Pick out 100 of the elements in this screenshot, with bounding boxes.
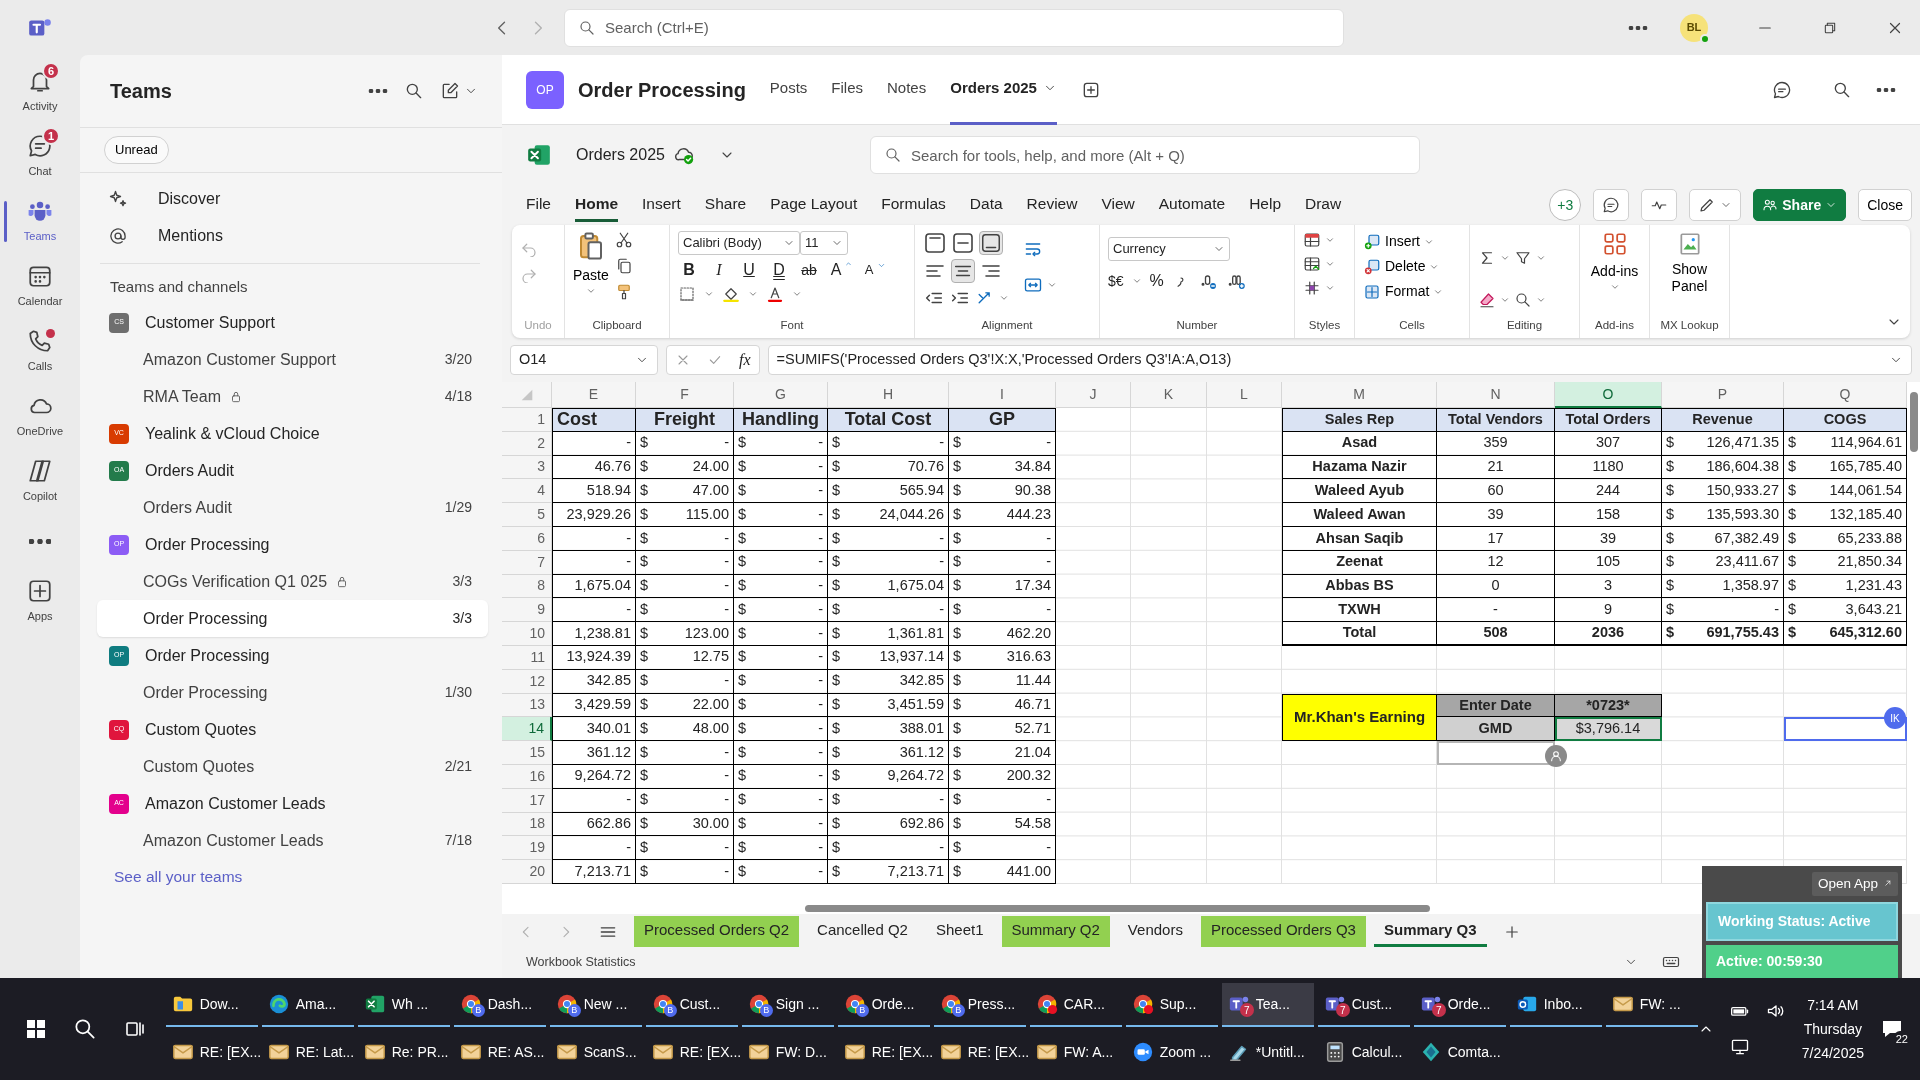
number-format-select[interactable]: Currency	[1108, 237, 1230, 261]
workbook-statistics[interactable]: Workbook Statistics	[526, 952, 636, 972]
taskbar-item[interactable]: ScanS...	[549, 1031, 642, 1075]
taskbar-item[interactable]: RE: [EX...	[645, 1031, 738, 1075]
taskbar-item[interactable]: Wh ...	[357, 983, 450, 1027]
taskbar-item[interactable]: Comta...	[1413, 1031, 1506, 1075]
taskbar-item[interactable]: Sup...	[1125, 983, 1218, 1027]
cell-styles-icon[interactable]	[1303, 279, 1321, 297]
caret-icon[interactable]	[1325, 235, 1335, 245]
row-header[interactable]: 11	[502, 645, 552, 670]
taskbar-item[interactable]: B Dash...	[453, 983, 546, 1027]
ribbon-tab[interactable]: File	[526, 187, 551, 223]
clock-date[interactable]: 7/24/2025	[1801, 1045, 1864, 1062]
channel-item[interactable]: Amazon Customer Leads 7/18	[97, 822, 488, 859]
activity-button[interactable]	[1641, 189, 1678, 221]
rail-item[interactable]: Calendar	[0, 254, 80, 319]
rail-item[interactable]: Activity 6	[0, 59, 80, 124]
insert-function-button[interactable]: fx	[739, 348, 751, 372]
column-header[interactable]: L	[1207, 382, 1282, 408]
paste-button[interactable]: Paste	[573, 231, 609, 317]
clock-day[interactable]: Thursday	[1801, 1020, 1864, 1038]
cells-action-button[interactable]: Insert	[1363, 231, 1461, 252]
ribbon-tab[interactable]: Share	[704, 187, 747, 223]
row-header[interactable]: 20	[502, 860, 552, 884]
row-header[interactable]: 12	[502, 669, 552, 694]
search-field[interactable]: Search (Ctrl+E)	[564, 8, 1344, 47]
column-header[interactable]: O	[1555, 382, 1662, 408]
see-all-link[interactable]: See all your teams	[80, 859, 502, 889]
scroll-thumb[interactable]	[1910, 392, 1918, 452]
row-header[interactable]: 19	[502, 836, 552, 861]
column-header[interactable]: Q	[1784, 382, 1907, 408]
column-header[interactable]: K	[1131, 382, 1207, 408]
row-header[interactable]: 6	[502, 527, 552, 551]
taskbar-item[interactable]: FW: ...	[1605, 983, 1698, 1027]
taskbar-item[interactable]: 7 Cust...	[1317, 983, 1410, 1027]
taskbar-item[interactable]: FW: A...	[1029, 1031, 1122, 1075]
column-header[interactable]: M	[1282, 382, 1437, 408]
ribbon-tab[interactable]: View	[1101, 187, 1135, 223]
row-header[interactable]: 8	[502, 574, 552, 599]
channel-item[interactable]: RMA Team 4/18	[97, 378, 488, 415]
caret-icon[interactable]	[704, 289, 714, 299]
start-icon[interactable]	[24, 1017, 48, 1041]
font-family-select[interactable]: Calibri (Body)	[678, 231, 800, 255]
percent-format-button[interactable]: %	[1149, 269, 1164, 293]
borders-icon[interactable]	[678, 285, 696, 303]
sheet-cell[interactable]: *0723*	[1555, 693, 1662, 718]
channel-item[interactable]: Amazon Customer Support 3/20	[97, 341, 488, 378]
column-header[interactable]: J	[1056, 382, 1131, 408]
taskbar-item[interactable]: CAR...	[1029, 983, 1122, 1027]
column-header[interactable]: E	[552, 382, 636, 408]
underline-button[interactable]: U	[738, 259, 760, 281]
rail-item[interactable]: OneDrive	[0, 384, 80, 449]
editing-button[interactable]	[1689, 189, 1742, 221]
grow-font-button[interactable]: A	[828, 259, 844, 281]
sheet-tab[interactable]: Cancelled Q2	[807, 915, 918, 948]
row-header[interactable]: 5	[502, 503, 552, 527]
file-name[interactable]: Orders 2025	[576, 143, 665, 167]
taskbar-item[interactable]: Re: PR...	[357, 1031, 450, 1075]
taskbar-item[interactable]: B Cust...	[645, 983, 738, 1027]
row-header[interactable]: 15	[502, 741, 552, 765]
row-header[interactable]: 9	[502, 598, 552, 623]
network-icon[interactable]	[1729, 1037, 1750, 1057]
taskbar-item[interactable]: Calcul...	[1317, 1031, 1410, 1075]
ribbon-tab[interactable]: Home	[575, 187, 619, 223]
column-header[interactable]: N	[1437, 382, 1555, 408]
taskbar-item[interactable]: RE: Lat...	[261, 1031, 354, 1075]
name-box[interactable]: O14	[510, 345, 658, 375]
more-icon[interactable]	[368, 89, 388, 93]
nav-link[interactable]: Mentions	[100, 217, 480, 255]
channel-item[interactable]: Custom Quotes 2/21	[97, 748, 488, 785]
sheet-tab[interactable]: Summary Q2	[1001, 915, 1110, 948]
caret-icon[interactable]	[1131, 276, 1142, 286]
align-top-icon[interactable]	[923, 231, 947, 255]
taskbar-item[interactable]: RE: AS...	[453, 1031, 546, 1075]
nav-link[interactable]: Discover	[100, 180, 480, 218]
taskbar-item[interactable]: FW: D...	[741, 1031, 834, 1075]
clear-icon[interactable]	[1478, 290, 1496, 309]
font-size-select[interactable]: 11	[800, 231, 848, 255]
column-header[interactable]: P	[1662, 382, 1784, 408]
caret-icon[interactable]	[792, 289, 802, 299]
rail-item[interactable]: Apps	[0, 569, 80, 634]
rail-item[interactable]: Calls	[0, 319, 80, 384]
taskbar-item[interactable]: Ama...	[261, 983, 354, 1027]
taskbar-item[interactable]: RE: [EX...	[165, 1031, 258, 1075]
shrink-font-button[interactable]: A	[861, 259, 877, 281]
taskbar-item[interactable]: RE: [EX...	[933, 1031, 1026, 1075]
row-header[interactable]: 17	[502, 788, 552, 813]
clock-time[interactable]: 7:14 AM	[1801, 996, 1864, 1013]
scroll-thumb[interactable]	[805, 905, 1430, 912]
channel-tab[interactable]: Files	[831, 54, 864, 125]
sheet-cell[interactable]: $3,796.14	[1555, 717, 1662, 742]
caret-icon[interactable]	[999, 293, 1009, 303]
comments-button[interactable]	[1593, 189, 1630, 221]
channel-item[interactable]: COGs Verification Q1 025 3/3	[97, 563, 488, 600]
taskbar-item[interactable]: B Sign ...	[741, 983, 834, 1027]
table-format-icon[interactable]	[1303, 255, 1321, 273]
align-bottom-icon[interactable]	[979, 231, 1003, 255]
unread-filter[interactable]: Unread	[104, 136, 169, 164]
taskbar-item[interactable]: Zoom ...	[1125, 1031, 1218, 1075]
share-button[interactable]: Share	[1753, 189, 1847, 221]
